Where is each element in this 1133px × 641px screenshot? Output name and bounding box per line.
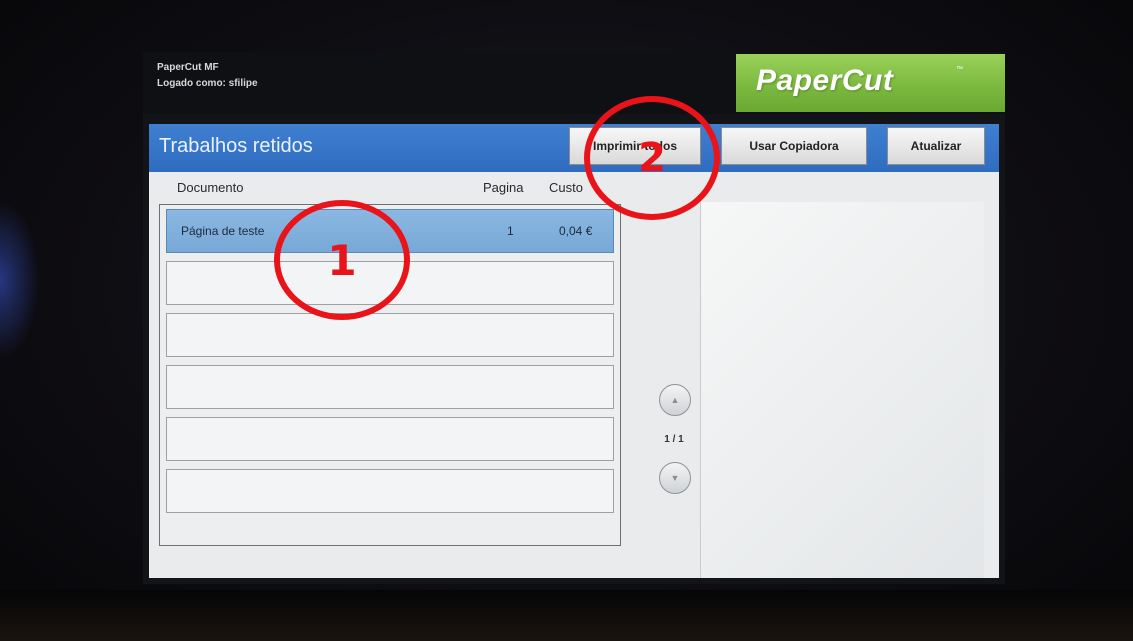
title-bar: Trabalhos retidos Imprimir todos Usar Co… [149, 124, 999, 172]
ambient-blue-light [0, 200, 40, 360]
arrow-down-icon: ▼ [670, 473, 680, 483]
preview-area [700, 202, 984, 578]
page-up-button[interactable]: ▲ [659, 384, 691, 416]
logo-text: PaperCut [756, 64, 894, 97]
job-document: Página de teste [181, 224, 265, 238]
page-indicator: 1 / 1 [664, 434, 684, 445]
papercut-logo: PaperCut ™ [736, 54, 1005, 112]
page-down-button[interactable]: ▼ [659, 462, 691, 494]
empty-job-row [166, 469, 614, 513]
touchscreen: PaperCut MF Logado como: sfilipe PaperCu… [143, 52, 1005, 584]
empty-job-row [166, 365, 614, 409]
column-header-cost: Custo [549, 180, 583, 195]
empty-job-row [166, 313, 614, 357]
arrow-up-icon: ▲ [670, 395, 680, 405]
page-title: Trabalhos retidos [159, 135, 313, 157]
header-info: PaperCut MF Logado como: sfilipe [157, 60, 258, 92]
column-header-document: Documento [177, 180, 244, 195]
column-header-pages: Pagina [483, 180, 524, 195]
logo-trademark: ™ [956, 66, 963, 73]
job-pages: 1 [507, 224, 514, 238]
use-copier-button[interactable]: Usar Copiadora [721, 127, 867, 165]
annotation-circle-1: 1 [274, 200, 410, 320]
device-bezel [0, 590, 1133, 641]
annotation-circle-2: 2 [584, 96, 720, 220]
jobs-panel: Documento Pagina Custo Página de teste 1… [149, 172, 999, 578]
empty-job-row [166, 417, 614, 461]
refresh-button[interactable]: Atualizar [887, 127, 985, 165]
logged-in-user: Logado como: sfilipe [157, 78, 258, 89]
job-cost: 0,04 € [559, 224, 593, 238]
header: PaperCut MF Logado como: sfilipe PaperCu… [143, 52, 1005, 114]
app-name: PaperCut MF [157, 62, 219, 73]
